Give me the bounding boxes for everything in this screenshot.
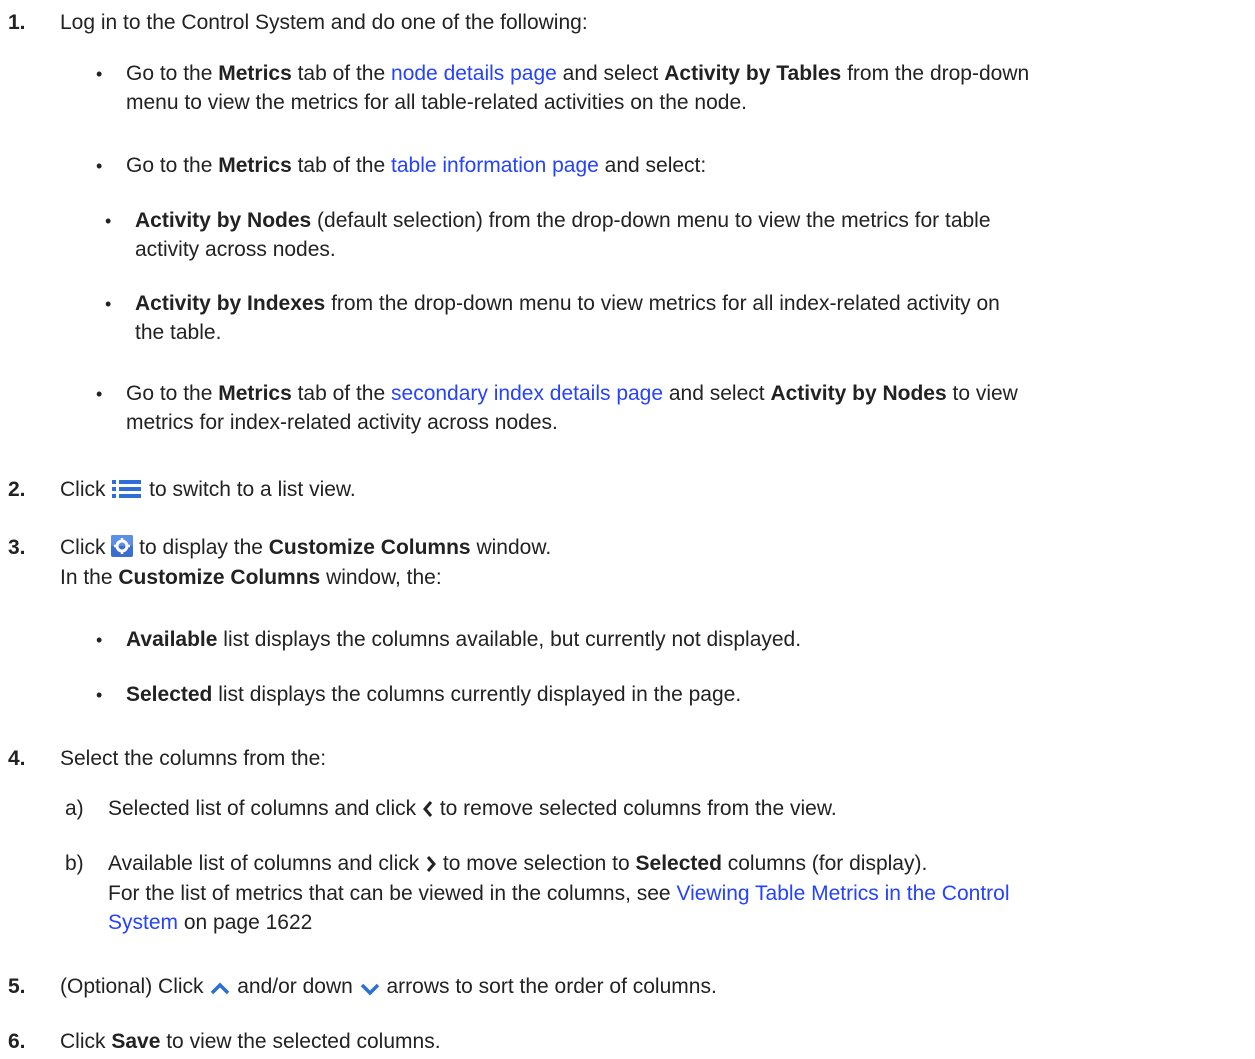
step-number: 2. <box>8 478 26 501</box>
list-item: Go to the Metrics tab of the secondary i… <box>126 382 1018 405</box>
step-number: 5. <box>8 975 26 998</box>
sub-step-text: Available list of columns and click to m… <box>108 851 927 879</box>
chevron-right-icon[interactable] <box>425 854 437 879</box>
step-text-continued: In the Customize Columns window, the: <box>60 566 442 589</box>
list-item: Available list displays the columns avai… <box>126 628 802 651</box>
list-item: Go to the Metrics tab of the table infor… <box>126 154 707 177</box>
bullet: • <box>105 211 112 231</box>
bullet: • <box>96 64 103 84</box>
sub-list-item: Activity by Indexes from the drop-down m… <box>135 292 1000 315</box>
bullet: • <box>96 630 103 650</box>
step-number: 3. <box>8 536 26 559</box>
list-view-icon[interactable] <box>111 479 143 505</box>
chevron-up-icon[interactable] <box>209 977 231 1002</box>
step-text: Select the columns from the: <box>60 747 327 770</box>
step-text: Click Save to view the selected columns. <box>60 1030 441 1053</box>
bullet: • <box>96 384 103 404</box>
table-information-link[interactable]: table information page <box>391 154 599 177</box>
sub-step-text-continued: System on page 1622 <box>108 911 313 934</box>
node-details-link[interactable]: node details page <box>391 62 557 85</box>
step-text: Click to switch to a list view. <box>60 477 356 505</box>
step-number: 6. <box>8 1030 26 1053</box>
list-item: Go to the Metrics tab of the node detail… <box>126 62 1030 85</box>
chevron-down-icon[interactable] <box>359 977 381 1002</box>
sub-list-item-continued: activity across nodes. <box>135 238 336 261</box>
list-item-continued: metrics for index-related activity acros… <box>126 411 558 434</box>
step-number: 1. <box>8 11 26 34</box>
sub-step-text: Selected list of columns and click to re… <box>108 796 837 824</box>
list-item-continued: menu to view the metrics for all table-r… <box>126 91 747 114</box>
bullet: • <box>96 685 103 705</box>
list-item: Selected list displays the columns curre… <box>126 683 742 706</box>
sub-list-item-continued: the table. <box>135 321 222 344</box>
step-number: 4. <box>8 747 26 770</box>
sub-step-label: b) <box>65 852 84 875</box>
chevron-left-icon[interactable] <box>422 799 434 824</box>
step-text: Click to display the Customize Columns w… <box>60 535 551 563</box>
bullet: • <box>96 156 103 176</box>
sub-list-item: Activity by Nodes (default selection) fr… <box>135 209 991 232</box>
sub-step-label: a) <box>65 797 84 820</box>
step-text: (Optional) Click and/or down arrows to s… <box>60 974 717 1002</box>
viewing-table-metrics-link-continued[interactable]: System <box>108 911 178 934</box>
sub-step-text-continued: For the list of metrics that can be view… <box>108 882 1010 905</box>
bullet: • <box>105 294 112 314</box>
gear-icon[interactable] <box>111 535 134 563</box>
step-text: Log in to the Control System and do one … <box>60 11 588 34</box>
secondary-index-details-link[interactable]: secondary index details page <box>391 382 663 405</box>
viewing-table-metrics-link[interactable]: Viewing Table Metrics in the Control <box>676 882 1009 905</box>
